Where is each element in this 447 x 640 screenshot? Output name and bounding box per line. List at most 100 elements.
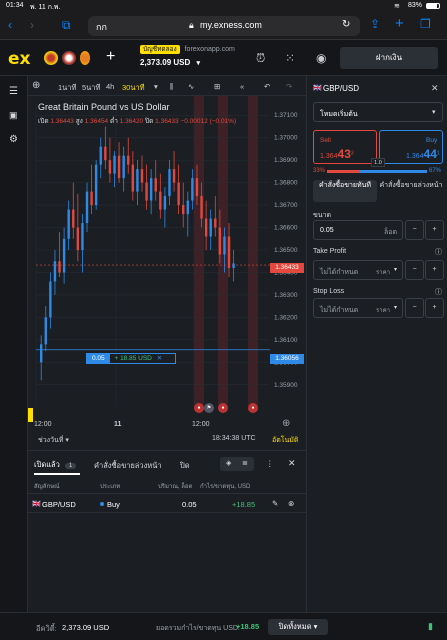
volume-increase-button[interactable]: + <box>425 220 444 240</box>
volume-decrease-button[interactable]: − <box>405 220 424 240</box>
account-footer: อีควิตี้: 2,373.09 USD ยอดรวมกำไร/ขาดทุน… <box>0 612 447 640</box>
candle-body <box>72 209 75 228</box>
timeframe-5m[interactable]: 5นาที <box>82 82 100 94</box>
event-highlight-column <box>194 96 204 408</box>
event-marker-icon[interactable]: ● <box>194 403 204 413</box>
more-options-icon[interactable]: ⋮ <box>266 459 274 468</box>
order-line-volume: 0.05 <box>87 354 110 363</box>
info-icon[interactable]: ⓘ <box>435 287 442 297</box>
tab-pending-orders[interactable]: คำสั่งซื้อขายล่วงหน้า <box>94 460 162 472</box>
alarm-clock-icon[interactable]: ⏰︎ <box>256 51 265 66</box>
tp-decrease-button[interactable]: − <box>405 260 424 280</box>
candle-body <box>94 164 98 206</box>
edit-icon[interactable]: ✎ <box>272 499 278 508</box>
close-icon[interactable]: ✕ <box>288 458 296 469</box>
sell-price-main: 1.364 <box>320 153 338 160</box>
position-type: Buy <box>107 500 120 509</box>
sl-increase-button[interactable]: + <box>425 298 444 318</box>
account-switcher[interactable]: บัญชีทดลอง forexonapp.com 2,373.09 USD ▾ <box>140 44 235 67</box>
take-profit-input[interactable]: ไม่ได้กำหนด ราคา ▾ <box>313 260 403 280</box>
sell-button[interactable]: Sell 1.364433 <box>313 130 377 164</box>
timeframe-30m[interactable]: 30นาที <box>122 82 145 94</box>
event-marker-icon[interactable]: ● <box>248 403 258 413</box>
volume-input[interactable]: 0.05 ล็อต <box>313 220 403 240</box>
share-icon[interactable]: ⇪ <box>370 17 380 31</box>
tabs-icon[interactable]: ❐ <box>420 17 431 31</box>
y-tick-label: 1.36100 <box>274 337 298 344</box>
forward-icon[interactable]: › <box>30 18 34 32</box>
candle-body <box>49 281 52 318</box>
event-marker-icon[interactable]: ● <box>218 403 228 413</box>
exness-logo[interactable]: ex <box>8 49 31 69</box>
pending-order-tab[interactable]: คำสั่งซื้อขายล่วงหน้า <box>379 180 443 202</box>
add-indicator-icon[interactable]: ⊕ <box>32 80 40 91</box>
volume-value: 0.05 <box>320 227 334 234</box>
account-server: forexonapp.com <box>184 46 235 53</box>
chart-toolbar: ⊕ 1นาที 5นาที 4h 30นาที ▾ ⫼ ∿ ⊞ « ↶ ↷ <box>28 76 306 96</box>
layout-grid-icon[interactable]: ⊞ <box>214 82 220 91</box>
redo-icon[interactable]: ↷ <box>286 82 292 91</box>
timeframe-1m[interactable]: 1นาที <box>58 82 76 94</box>
buy-button[interactable]: Buy 1.364441 <box>379 130 443 164</box>
tab-open-positions[interactable]: เปิดแล้ว 1 <box>34 459 77 471</box>
candle-body <box>76 227 80 250</box>
tp-increase-button[interactable]: + <box>425 260 444 280</box>
new-tab-icon[interactable]: + <box>395 15 404 32</box>
close-icon[interactable]: ✕ <box>157 355 162 362</box>
instrument-tab-icon[interactable] <box>62 51 76 65</box>
stop-loss-unit: ราคา <box>376 308 390 314</box>
candle-body <box>186 200 190 215</box>
crosshair-icon[interactable]: ⊕ <box>282 418 290 429</box>
grid-apps-icon[interactable]: ⁙ <box>285 51 295 65</box>
close-icon[interactable]: ✕ <box>431 83 439 94</box>
url-bar[interactable]: กก 🔒︎ my.exness.com ↻ <box>88 16 360 36</box>
close-all-button[interactable]: ปิดทั้งหมด ▾ <box>268 619 328 635</box>
volume-unit: ล็อต <box>384 229 398 236</box>
timeframe-4h[interactable]: 4h <box>106 82 114 91</box>
tab-closed-positions[interactable]: ปิด <box>180 460 190 472</box>
chevron-down-icon[interactable]: ▾ <box>154 82 158 91</box>
pane-resize-handle[interactable] <box>28 408 33 422</box>
stop-loss-input[interactable]: ไม่ได้กำหนด ราคา ▾ <box>313 298 403 318</box>
settings-icon[interactable]: ⚙︎ <box>9 134 18 145</box>
table-row[interactable]: 🇬🇧︎ GBP/USD Buy 0.05 +18.85 ✎ ⊗ <box>28 493 306 513</box>
menu-list-icon[interactable]: ☰ <box>9 86 18 97</box>
price-chart[interactable]: 1.37100 1.37000 1.36900 1.36800 1.36700 1.366… <box>28 96 306 450</box>
indicators-icon[interactable]: ∿ <box>188 82 194 91</box>
date-range-button[interactable]: ช่วงวันที่ ▾ <box>38 435 69 446</box>
user-profile-icon[interactable]: ◉ <box>316 51 326 65</box>
deposit-button[interactable]: ฝากเงิน <box>340 47 438 69</box>
instrument-tab-icon[interactable] <box>80 51 90 65</box>
collapse-icon[interactable]: « <box>240 82 244 91</box>
order-mode-select[interactable]: โหมดเริ่มต้น ▾ <box>313 102 443 122</box>
candle-type-icon[interactable]: ⫼ <box>170 82 173 92</box>
layers-icon[interactable]: ◈ <box>226 459 231 467</box>
view-toggle[interactable]: ◈ ≣ <box>220 457 254 471</box>
calendar-icon[interactable]: ▣ <box>9 110 18 121</box>
candle-body <box>200 196 203 219</box>
candle-body <box>168 169 171 197</box>
flag-icon[interactable]: ⚑ <box>204 403 214 413</box>
market-order-tab[interactable]: คำสั่งซื้อขายทันที <box>313 180 377 202</box>
reload-icon[interactable]: ↻ <box>342 19 350 30</box>
add-instrument-icon[interactable]: + <box>106 48 115 66</box>
app-header: ex + บัญชีทดลอง forexonapp.com 2,373.09 … <box>0 40 447 76</box>
sell-sentiment: 33% <box>313 168 326 174</box>
order-line-label[interactable]: 0.05 + 18.85 USD ✕ <box>86 353 176 364</box>
candle-body <box>136 169 139 192</box>
chart-canvas[interactable]: 1.37100 1.37000 1.36900 1.36800 1.36700 1.366… <box>28 96 306 450</box>
stack-icon[interactable]: ≣ <box>242 459 248 467</box>
info-icon[interactable]: ⓘ <box>435 247 442 257</box>
close-position-icon[interactable]: ⊗ <box>288 499 294 508</box>
back-icon[interactable]: ‹ <box>8 18 12 32</box>
left-sidebar: ☰ ▣ ⚙︎ <box>0 76 28 640</box>
position-pnl: +18.85 <box>232 500 256 509</box>
candle-body <box>172 169 176 183</box>
instrument-tab-icon[interactable] <box>44 51 58 65</box>
take-profit-label: Take Profit <box>313 248 347 255</box>
book-icon[interactable]: ⧉ <box>62 18 71 33</box>
sl-decrease-button[interactable]: − <box>405 298 424 318</box>
auto-scale-button[interactable]: อัตโนมัติ <box>272 435 298 446</box>
text-size-button[interactable]: กก <box>96 20 107 34</box>
undo-icon[interactable]: ↶ <box>264 82 270 91</box>
